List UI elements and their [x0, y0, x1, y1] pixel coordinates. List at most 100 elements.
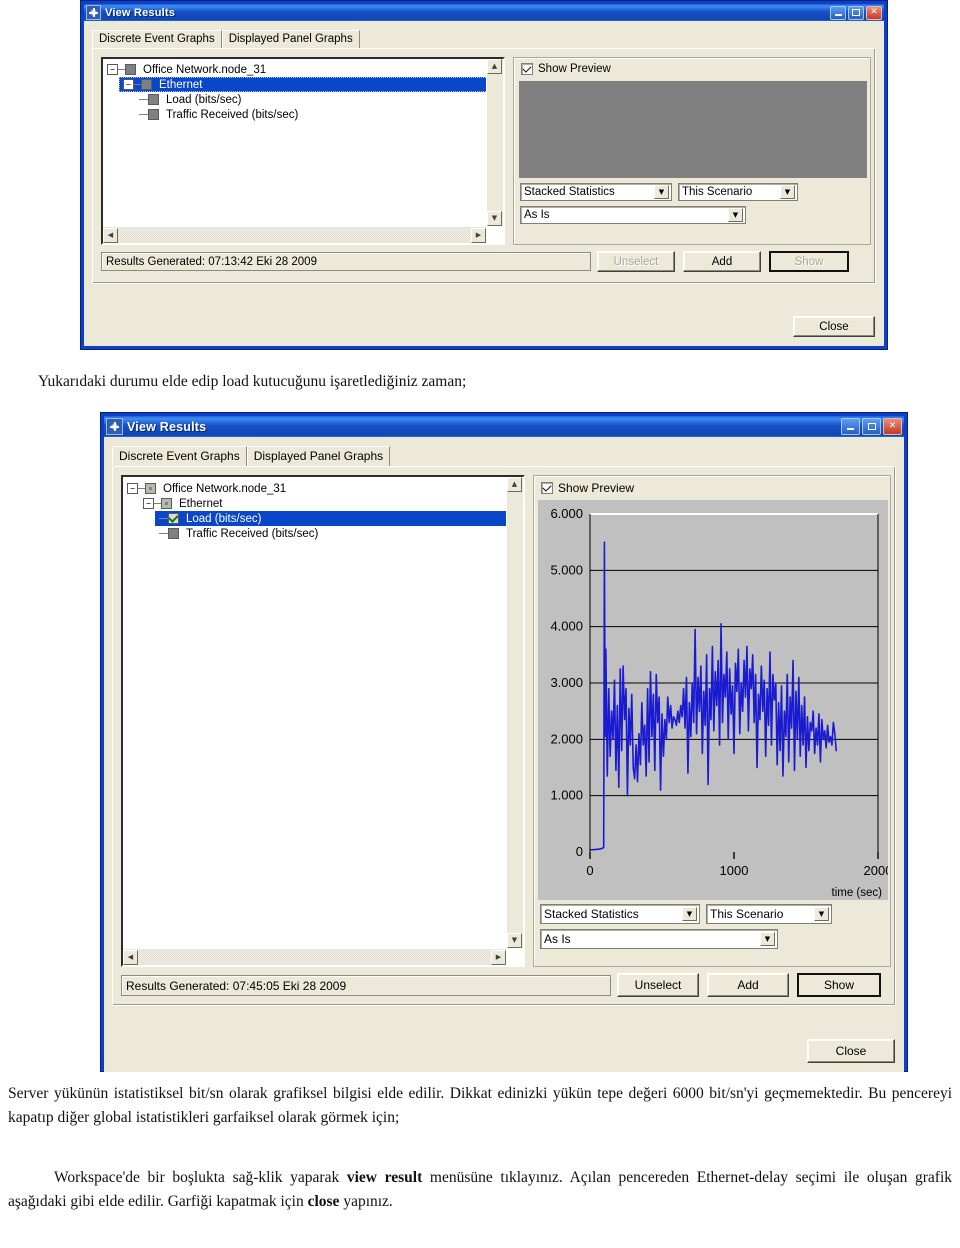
tree-row-office-network[interactable]: − Office Network.node_31	[123, 481, 506, 496]
scroll-right-icon[interactable]: ▶	[491, 949, 506, 965]
expander-icon[interactable]: −	[143, 498, 154, 509]
app-star-icon	[86, 5, 101, 20]
y-tick-label: 3.000	[550, 675, 583, 690]
close-button-label: Close	[819, 320, 849, 333]
tree-checkbox[interactable]	[125, 64, 136, 75]
show-preview-checkbox[interactable]	[521, 63, 533, 75]
chevron-down-icon[interactable]: ▼	[780, 185, 795, 199]
show-button[interactable]: Show	[769, 251, 849, 272]
scenario-value: This Scenario	[710, 907, 784, 921]
tree-connector	[154, 503, 161, 504]
scroll-down-icon[interactable]: ▼	[487, 211, 502, 226]
tree-vertical-scrollbar[interactable]: ▲ ▼	[486, 59, 503, 226]
data-processing-value: As Is	[524, 209, 550, 221]
tree-checkbox[interactable]	[148, 109, 159, 120]
scroll-up-icon[interactable]: ▲	[507, 477, 522, 492]
tree-row-load[interactable]: Load (bits/sec)	[135, 92, 486, 107]
tree-vertical-scrollbar[interactable]: ▲ ▼	[506, 477, 523, 948]
tab-discrete-event-graphs[interactable]: Discrete Event Graphs	[92, 30, 222, 48]
scroll-left-icon[interactable]: ◀	[103, 227, 118, 243]
statistics-mode-select[interactable]: Stacked Statistics ▼	[520, 183, 672, 201]
tree-checkbox[interactable]	[145, 483, 156, 494]
tree-row-load[interactable]: Load (bits/sec)	[155, 511, 506, 526]
window1-preview-area	[519, 81, 867, 178]
close-button-label: Close	[835, 1044, 867, 1058]
tree-connector	[139, 114, 148, 115]
tree-checkbox[interactable]	[168, 513, 179, 524]
show-preview-row[interactable]: Show Preview	[534, 476, 890, 499]
minimize-button[interactable]	[841, 418, 860, 435]
tree-row-traffic-received[interactable]: Traffic Received (bits/sec)	[135, 107, 486, 122]
tree-row-label: Traffic Received (bits/sec)	[166, 108, 299, 121]
tree-row-ethernet[interactable]: − Ethernet	[139, 496, 506, 511]
tab-displayed-panel-graphs[interactable]: Displayed Panel Graphs	[221, 30, 360, 48]
expander-icon[interactable]: −	[107, 64, 118, 75]
minimize-button[interactable]	[830, 5, 846, 20]
chevron-down-icon[interactable]: ▼	[654, 185, 669, 199]
close-button[interactable]: Close	[793, 316, 875, 337]
window1-tabstrip: Discrete Event Graphs Displayed Panel Gr…	[92, 28, 880, 48]
window1-statistics-tree[interactable]: − Office Network.node_31 − Ethernet Load…	[101, 57, 505, 245]
unselect-button[interactable]: Unselect	[617, 973, 699, 997]
view-results-window-2[interactable]: View Results ✕ Discrete Event Graphs Dis…	[100, 412, 908, 1072]
chevron-down-icon[interactable]: ▼	[728, 208, 743, 222]
window2-titlebar[interactable]: View Results ✕	[104, 416, 904, 437]
caption-above-second-window: Yukarıdaki durumu elde edip load kutucuğ…	[38, 373, 467, 390]
unselect-button[interactable]: Unselect	[597, 251, 675, 272]
tree-checkbox[interactable]	[168, 528, 179, 539]
window1-titlebar[interactable]: View Results ✕	[84, 4, 884, 21]
add-button[interactable]: Add	[707, 973, 789, 997]
paragraph-2-post: yapınız.	[339, 1193, 393, 1211]
scenario-select[interactable]: This Scenario ▼	[706, 904, 832, 924]
chevron-down-icon[interactable]: ▼	[760, 932, 775, 946]
tree-connector	[159, 518, 168, 519]
tree-row-office-network[interactable]: − Office Network.node_31	[103, 62, 486, 77]
tab-discrete-event-graphs[interactable]: Discrete Event Graphs	[112, 446, 247, 466]
load-bits-per-sec-chart[interactable]: 6.000 5.000 4.000 3.000 2.000 1.000 0 0 1000 200…	[538, 500, 888, 900]
y-tick-label: 6.000	[550, 506, 583, 521]
tab-displayed-panel-graphs[interactable]: Displayed Panel Graphs	[246, 446, 391, 466]
y-tick-label: 0	[576, 844, 583, 859]
maximize-button[interactable]	[848, 5, 864, 20]
window2-tabpage: − Office Network.node_31 − Ethernet Load…	[112, 466, 896, 1006]
show-button[interactable]: Show	[797, 973, 881, 997]
scroll-down-icon[interactable]: ▼	[507, 933, 522, 948]
chevron-down-icon[interactable]: ▼	[814, 907, 829, 921]
show-preview-label: Show Preview	[558, 481, 635, 495]
data-processing-select[interactable]: As Is ▼	[540, 929, 778, 949]
scroll-left-icon[interactable]: ◀	[123, 949, 138, 965]
tree-checkbox[interactable]	[141, 79, 152, 90]
close-button[interactable]: Close	[807, 1039, 895, 1063]
window2-statistics-tree[interactable]: − Office Network.node_31 − Ethernet Load…	[121, 475, 525, 967]
scenario-select[interactable]: This Scenario ▼	[678, 183, 798, 201]
close-icon[interactable]: ✕	[866, 5, 882, 20]
tree-horizontal-scrollbar[interactable]: ◀ ▶	[123, 949, 506, 965]
tree-connector	[138, 488, 145, 489]
tree-connector	[159, 533, 168, 534]
paragraph-1: Server yükünün istatistiksel bit/sn olar…	[8, 1085, 952, 1127]
window2-action-buttons: Unselect Add Show	[617, 973, 881, 997]
paragraph-2-bold-close: close	[307, 1193, 340, 1211]
tree-checkbox[interactable]	[161, 498, 172, 509]
chart-svg: 6.000 5.000 4.000 3.000 2.000 1.000 0 0 1000 200…	[538, 500, 888, 900]
scroll-right-icon[interactable]: ▶	[471, 227, 486, 243]
tree-row-ethernet[interactable]: − Ethernet	[119, 77, 486, 92]
expander-icon[interactable]: −	[123, 79, 134, 90]
scroll-up-icon[interactable]: ▲	[487, 59, 502, 74]
maximize-button[interactable]	[862, 418, 881, 435]
y-tick-label: 4.000	[550, 619, 583, 634]
view-results-window-1[interactable]: View Results ✕ Discrete Event Graphs Dis…	[80, 0, 888, 350]
tree-horizontal-scrollbar[interactable]: ◀ ▶	[103, 227, 486, 243]
show-preview-checkbox[interactable]	[541, 482, 553, 494]
expander-icon[interactable]: −	[127, 483, 138, 494]
data-processing-select[interactable]: As Is ▼	[520, 206, 746, 224]
tree-checkbox[interactable]	[148, 94, 159, 105]
y-tick-label: 5.000	[550, 562, 583, 577]
show-preview-row[interactable]: Show Preview	[514, 58, 870, 79]
add-button[interactable]: Add	[683, 251, 761, 272]
chevron-down-icon[interactable]: ▼	[682, 907, 697, 921]
tree-connector	[139, 99, 148, 100]
tree-row-traffic-received[interactable]: Traffic Received (bits/sec)	[155, 526, 506, 541]
close-icon[interactable]: ✕	[883, 418, 902, 435]
statistics-mode-select[interactable]: Stacked Statistics ▼	[540, 904, 700, 924]
